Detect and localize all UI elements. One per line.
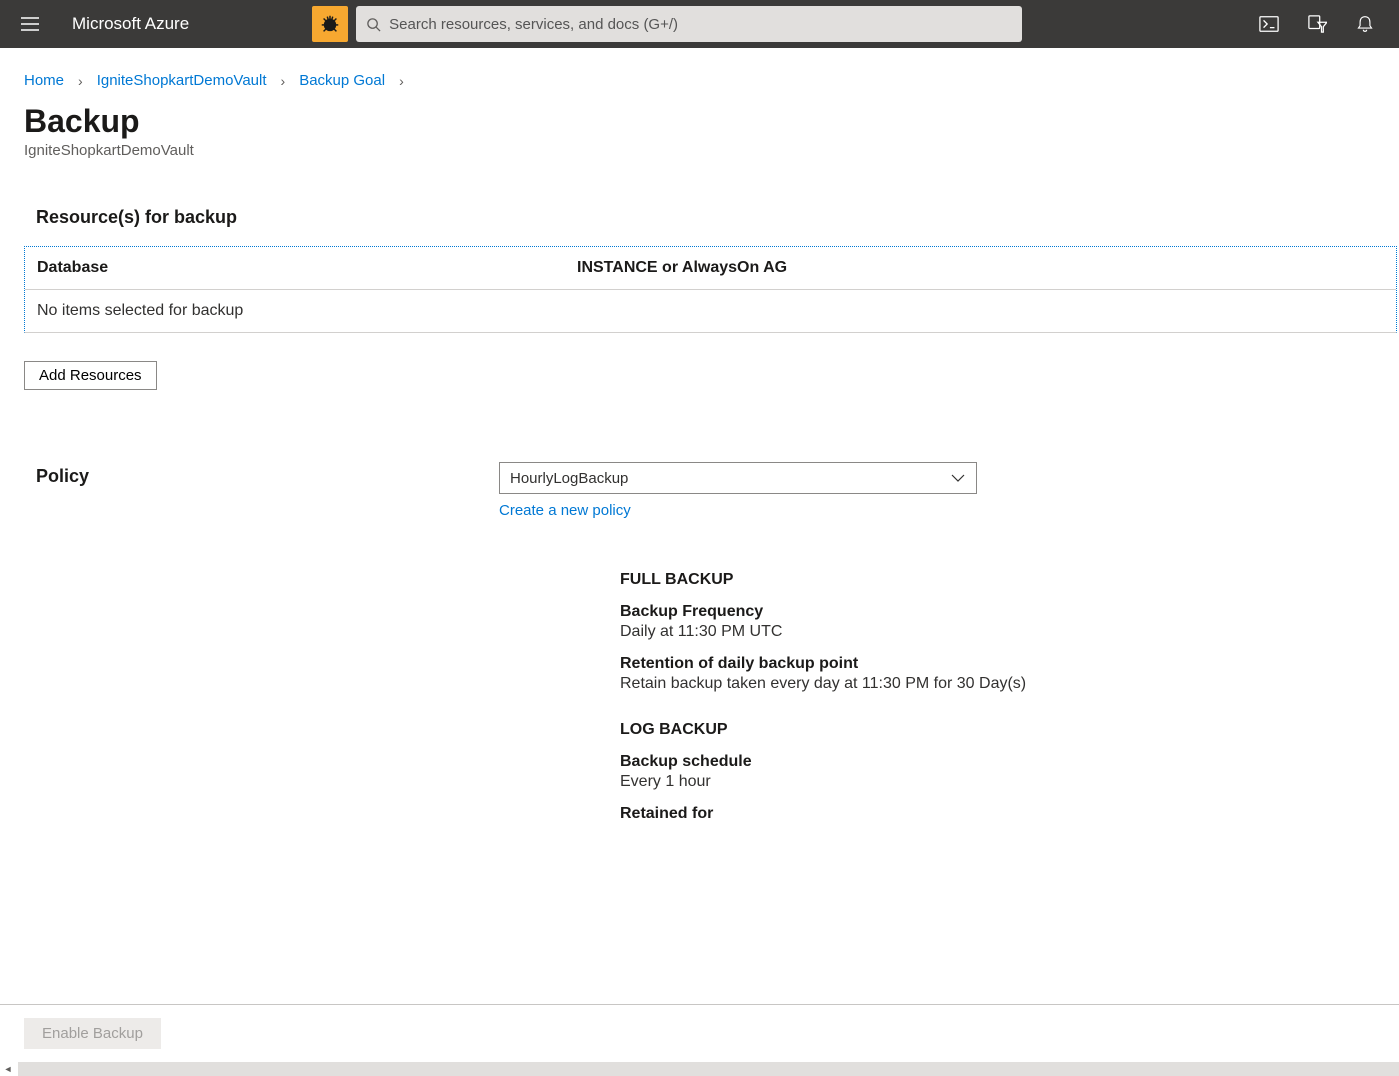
breadcrumb-link[interactable]: IgniteShopkartDemoVault <box>97 72 267 89</box>
enable-backup-button[interactable]: Enable Backup <box>24 1018 161 1049</box>
policy-details: FULL BACKUP Backup Frequency Daily at 11… <box>620 571 1387 823</box>
filter-icon <box>1307 15 1327 33</box>
backup-schedule-value: Every 1 hour <box>620 773 1387 791</box>
policy-selected-value: HourlyLogBackup <box>510 470 628 487</box>
report-bug-button[interactable] <box>312 6 348 42</box>
policy-control: HourlyLogBackup Create a new policy <box>499 462 1387 519</box>
cloud-shell-button[interactable] <box>1249 4 1289 44</box>
bell-icon <box>1355 15 1375 33</box>
breadcrumb-link[interactable]: Backup Goal <box>299 72 385 89</box>
retention-label: Retention of daily backup point <box>620 655 1387 673</box>
full-backup-heading: FULL BACKUP <box>620 571 1387 589</box>
scroll-track[interactable] <box>18 1062 1399 1076</box>
column-header-instance: INSTANCE or AlwaysOn AG <box>577 259 1384 277</box>
resources-heading: Resource(s) for backup <box>36 207 1387 228</box>
topbar: Microsoft Azure <box>0 0 1399 48</box>
hamburger-icon <box>21 17 39 31</box>
breadcrumb-link[interactable]: Home <box>24 72 64 89</box>
chevron-right-icon: › <box>281 73 286 89</box>
page-header: Backup IgniteShopkartDemoVault <box>0 89 1399 159</box>
cloud-shell-icon <box>1259 15 1279 33</box>
chevron-right-icon: › <box>399 73 404 89</box>
log-backup-heading: LOG BACKUP <box>620 721 1387 739</box>
backup-frequency-value: Daily at 11:30 PM UTC <box>620 623 1387 641</box>
table-header-row: Database INSTANCE or AlwaysOn AG <box>25 247 1396 290</box>
search-bar[interactable] <box>356 6 1022 42</box>
chevron-down-icon <box>950 473 966 483</box>
retention-value: Retain backup taken every day at 11:30 P… <box>620 675 1387 693</box>
resource-table: Database INSTANCE or AlwaysOn AG No item… <box>24 246 1397 333</box>
create-policy-link[interactable]: Create a new policy <box>499 502 631 519</box>
policy-row: Policy HourlyLogBackup Create a new poli… <box>36 462 1387 519</box>
menu-toggle[interactable] <box>10 4 50 44</box>
notifications-button[interactable] <box>1345 4 1385 44</box>
breadcrumb: Home › IgniteShopkartDemoVault › Backup … <box>0 48 1399 89</box>
chevron-right-icon: › <box>78 73 83 89</box>
topbar-actions <box>1249 4 1389 44</box>
table-empty-row: No items selected for backup <box>25 290 1396 332</box>
column-header-database: Database <box>37 259 577 277</box>
brand-label[interactable]: Microsoft Azure <box>72 14 189 34</box>
policy-label: Policy <box>36 462 499 487</box>
backup-schedule-label: Backup schedule <box>620 753 1387 771</box>
bottom-bar: Enable Backup <box>0 1004 1399 1062</box>
policy-select[interactable]: HourlyLogBackup <box>499 462 977 494</box>
scroll-left-arrow[interactable]: ◄ <box>0 1062 16 1076</box>
search-icon <box>366 17 381 32</box>
bug-icon <box>319 13 341 35</box>
page-title: Backup <box>24 103 1375 140</box>
add-resources-button[interactable]: Add Resources <box>24 361 157 390</box>
page-subtitle: IgniteShopkartDemoVault <box>24 142 1375 159</box>
backup-frequency-label: Backup Frequency <box>620 603 1387 621</box>
retained-for-label: Retained for <box>620 805 1387 823</box>
search-input[interactable] <box>389 16 1012 33</box>
horizontal-scrollbar[interactable]: ◄ <box>0 1062 1399 1076</box>
directory-filter-button[interactable] <box>1297 4 1337 44</box>
content-area: Resource(s) for backup Database INSTANCE… <box>0 159 1399 843</box>
